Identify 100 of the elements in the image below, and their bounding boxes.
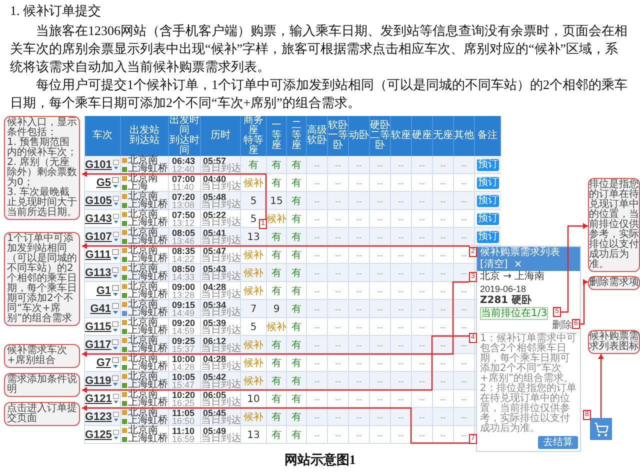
train-number[interactable]: G125 (85, 429, 112, 441)
detail-icon[interactable] (112, 393, 119, 405)
train-number[interactable]: G117 (85, 339, 112, 351)
seat-status[interactable]: 有 (272, 178, 282, 188)
book-button[interactable]: 预订 (477, 177, 499, 189)
clear-link[interactable]: [清空] (480, 259, 508, 271)
seat-status[interactable]: 13 (247, 232, 260, 242)
empty-seat: -- (314, 196, 320, 206)
train-number[interactable]: G115 (85, 321, 112, 333)
checkout-button[interactable]: 去结算 (538, 436, 578, 449)
train-number[interactable]: G101 (85, 159, 112, 171)
departure-time: 10:05 (172, 372, 196, 381)
seat-status[interactable]: 有 (292, 304, 302, 314)
train-number[interactable]: G105 (85, 195, 112, 207)
seat-status[interactable]: 候补 (244, 178, 264, 188)
seat-status[interactable]: 有 (292, 412, 302, 422)
seat-status[interactable]: 10 (247, 394, 260, 404)
seat-status[interactable]: 有 (292, 178, 302, 188)
train-number[interactable]: G41 (90, 303, 111, 315)
duration-text: 05:34 (203, 300, 226, 309)
seat-status[interactable]: 候补 (244, 358, 264, 368)
seat-status[interactable]: 有 (248, 160, 258, 170)
empty-seat: -- (335, 232, 341, 242)
seat-status[interactable]: 候补 (244, 250, 264, 260)
detail-icon[interactable] (112, 411, 119, 423)
train-number[interactable]: G111 (85, 249, 111, 261)
detail-icon[interactable] (112, 177, 119, 189)
seat-status[interactable]: 有 (272, 268, 282, 278)
train-number[interactable]: G113 (85, 267, 112, 279)
train-number[interactable]: G1 (96, 285, 111, 297)
seat-status[interactable]: 候补 (244, 340, 264, 350)
seat-status[interactable]: 有 (272, 232, 282, 242)
seat-status[interactable]: 有 (292, 376, 302, 386)
detail-icon[interactable] (112, 375, 119, 387)
detail-icon[interactable] (112, 213, 119, 225)
seat-status[interactable]: 有 (292, 160, 302, 170)
detail-icon[interactable] (112, 303, 119, 315)
book-button[interactable]: 预订 (477, 213, 499, 225)
detail-icon[interactable] (112, 357, 119, 369)
cart-button[interactable] (590, 418, 612, 440)
seat-status[interactable]: 有 (292, 268, 302, 278)
seat-status[interactable]: 有 (292, 286, 302, 296)
detail-icon[interactable] (112, 339, 119, 351)
arrival-time: 13:08 (172, 201, 196, 210)
seat-status[interactable]: 候补 (244, 268, 264, 278)
empty-seat: -- (440, 304, 446, 314)
seat-status[interactable]: 有 (272, 358, 282, 368)
detail-icon[interactable] (112, 231, 119, 243)
detail-icon[interactable] (112, 267, 119, 279)
seat-status[interactable]: 5 (250, 322, 257, 332)
seat-status[interactable]: 有 (272, 160, 282, 170)
train-number[interactable]: G123 (85, 411, 112, 423)
seat-status[interactable]: 有 (292, 430, 302, 440)
seat-status[interactable]: 有 (292, 358, 302, 368)
detail-icon[interactable] (112, 429, 119, 441)
seat-status[interactable]: 有 (292, 394, 302, 404)
seat-status[interactable]: 有 (272, 340, 282, 350)
seat-status[interactable]: 有 (292, 250, 302, 260)
seat-status[interactable]: 候补 (266, 214, 286, 224)
seat-status[interactable]: 有 (272, 412, 282, 422)
detail-icon[interactable] (112, 285, 119, 297)
seat-status[interactable]: 有 (272, 250, 282, 260)
seat-status[interactable]: 有 (272, 430, 282, 440)
seat-status[interactable]: 5 (250, 214, 257, 224)
seat-status[interactable]: 有 (292, 196, 302, 206)
seat-status[interactable]: 有 (292, 322, 302, 332)
seat-status[interactable]: 有 (292, 340, 302, 350)
seat-status[interactable]: 5 (250, 196, 257, 206)
empty-seat: -- (356, 304, 362, 314)
seat-status[interactable]: 15 (270, 196, 283, 206)
seat-status[interactable]: 有 (272, 394, 282, 404)
seat-status[interactable]: 有 (272, 286, 282, 296)
empty-seat: -- (335, 340, 341, 350)
detail-icon[interactable] (112, 159, 119, 171)
seat-status[interactable]: 候补 (244, 412, 264, 422)
seat-status[interactable]: 有 (292, 232, 302, 242)
seat-status[interactable]: 候补 (244, 376, 264, 386)
book-button[interactable]: 预订 (477, 159, 499, 171)
train-number[interactable]: G5 (96, 177, 111, 189)
seat-status[interactable]: 候补 (244, 286, 264, 296)
book-button[interactable]: 预订 (477, 231, 499, 243)
train-number[interactable]: G143 (85, 213, 112, 225)
seat-status[interactable]: 候补 (266, 322, 286, 332)
train-number[interactable]: G119 (85, 375, 112, 387)
book-button[interactable]: 预订 (477, 195, 499, 207)
seat-status[interactable]: 7 (250, 304, 257, 314)
seat-status[interactable]: 有 (292, 214, 302, 224)
detail-icon[interactable] (112, 321, 119, 333)
detail-icon[interactable] (112, 195, 119, 207)
empty-seat: -- (419, 430, 425, 440)
close-button[interactable]: × (514, 259, 522, 271)
train-number[interactable]: G107 (85, 231, 112, 243)
delete-link[interactable]: 删除 (552, 320, 572, 332)
seat-status[interactable]: 13 (247, 430, 260, 440)
seat-status[interactable]: 有 (272, 376, 282, 386)
detail-icon[interactable] (112, 249, 119, 261)
train-number[interactable]: G121 (85, 393, 112, 405)
arrival-day: 当日到达 (201, 435, 240, 444)
train-number[interactable]: G7 (96, 357, 111, 369)
seat-status[interactable]: 9 (273, 304, 280, 314)
